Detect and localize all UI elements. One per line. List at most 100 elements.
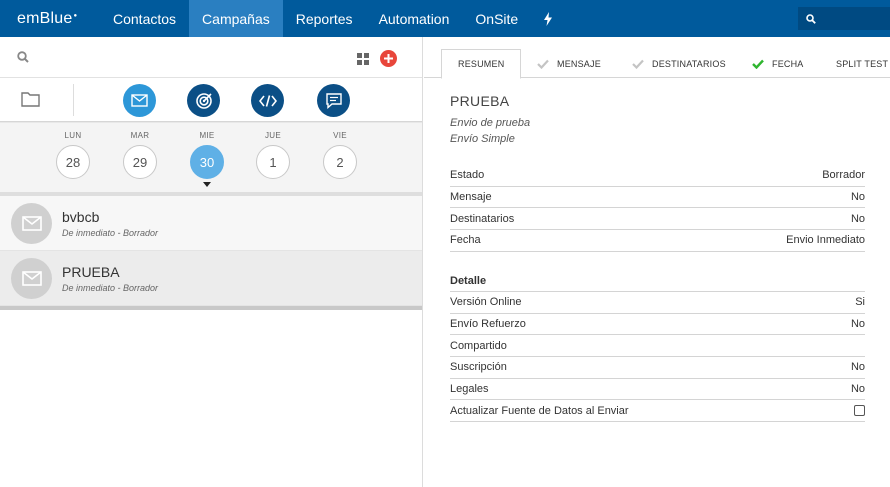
detalle-heading: Detalle [450,270,865,292]
nav-onsite[interactable]: OnSite [462,0,531,37]
day-label: LUN [64,131,82,140]
check-icon [537,59,549,69]
row-label: Destinatarios [450,212,515,225]
logo-dot: ● [73,12,78,19]
search-icon [17,51,29,63]
nav-reportes[interactable]: Reportes [283,0,366,37]
calendar-day[interactable]: JUE 1 [253,131,293,179]
campaign-avatar [11,202,52,244]
campaign-description: Envio de prueba [450,117,531,129]
search-icon [806,13,816,24]
top-search-input[interactable] [798,7,890,30]
brand-logo[interactable]: emBlue ● [0,0,100,37]
tab-split-test[interactable]: SPLIT TEST [836,49,888,78]
check-icon [632,59,644,69]
add-campaign-button[interactable] [380,50,397,67]
day-number[interactable]: 1 [256,145,290,179]
day-number[interactable]: 28 [56,145,90,179]
update-datasource-checkbox[interactable] [854,405,865,417]
top-navbar: emBlue ● Contactos Campañas Reportes Auto… [0,0,890,37]
day-label: JUE [264,131,281,140]
check-icon [752,59,764,69]
summary-table: Estado Borrador Mensaje No Destinatarios No… [450,165,865,252]
grid-view-icon[interactable] [357,53,369,65]
detail-row-envio-refuerzo: Envío Refuerzo No [450,314,865,336]
bolt-icon[interactable] [531,0,565,37]
row-label: Versión Online [450,296,522,309]
detail-row-suscripcion: Suscripción No [450,357,865,379]
tab-label: RESUMEN [458,59,505,69]
list-divider [0,306,422,310]
campaign-title: PRUEBA [450,93,510,109]
summary-row-mensaje: Mensaje No [450,187,865,209]
nav-campanas[interactable]: Campañas [189,0,283,37]
tab-destinatarios[interactable]: DESTINATARIOS [632,49,726,78]
campaign-detail-panel: RESUMEN MENSAJE DESTINATARIOS FECHA SPLI… [424,37,890,487]
day-label: MAR [130,131,150,140]
day-number[interactable]: 29 [123,145,157,179]
tab-label: DESTINATARIOS [652,58,726,69]
calendar-day[interactable]: VIE 2 [320,131,360,179]
nav-automation[interactable]: Automation [366,0,463,37]
tab-label: FECHA [772,58,804,69]
code-icon [258,94,277,107]
campaign-item[interactable]: bvbcb De inmediato - Borrador [0,196,422,251]
row-label: Fecha [450,234,481,247]
row-label: Suscripción [450,361,507,374]
summary-row-estado: Estado Borrador [450,165,865,187]
campaign-type-toolbar [0,78,422,122]
selected-day-caret-icon [203,182,211,187]
row-value: No [850,361,865,374]
campaign-avatar [11,257,52,299]
target-icon [195,92,212,109]
target-campaign-button[interactable] [187,84,220,117]
tab-mensaje[interactable]: MENSAJE [537,49,601,78]
tab-resumen[interactable]: RESUMEN [441,49,522,79]
day-label: MIE [199,131,215,140]
day-number[interactable]: 2 [323,145,357,179]
chat-icon [325,92,342,109]
campaign-name: bvbcb [62,208,100,225]
campaign-item-selected[interactable]: PRUEBA De inmediato - Borrador [0,251,422,306]
calendar-day[interactable]: LUN 28 [53,131,93,179]
plus-icon [384,54,393,63]
summary-row-fecha: Fecha Envio Inmediato [450,230,865,252]
detail-table: Detalle Versión Online Si Envío Refuerzo N… [450,270,865,423]
email-campaign-button[interactable] [123,84,156,117]
row-value: Borrador [822,169,865,182]
folder-icon[interactable] [21,91,40,107]
calendar-day-selected[interactable]: MIE 30 [187,131,227,179]
row-label: Envío Refuerzo [450,318,526,331]
tab-fecha[interactable]: FECHA [752,49,804,78]
row-value: No [850,318,865,331]
code-campaign-button[interactable] [251,84,284,117]
row-value: No [850,212,865,225]
campaign-send-type: Envío Simple [450,133,515,145]
row-label: Mensaje [450,191,492,204]
row-value: Si [855,296,865,309]
campaign-search[interactable] [0,37,422,78]
day-number[interactable]: 30 [190,145,224,179]
nav-contactos[interactable]: Contactos [100,0,189,37]
row-value: No [850,383,865,396]
row-label: Legales [450,383,489,396]
calendar-day[interactable]: MAR 29 [120,131,160,179]
day-label: VIE [333,131,347,140]
detail-row-update-datasource: Actualizar Fuente de Datos al Enviar [450,400,865,423]
tab-label: SPLIT TEST [836,58,889,69]
row-value: Envio Inmediato [786,234,865,247]
row-label: Actualizar Fuente de Datos al Enviar [450,404,629,417]
toolbar-divider [73,84,74,116]
detail-row-compartido: Compartido [450,335,865,358]
row-label: Compartido [450,339,507,352]
summary-row-destinatarios: Destinatarios No [450,208,865,231]
row-value: No [850,191,865,204]
campaigns-panel: LUN 28 MAR 29 MIE 30 JUE 1 VIE 2 bvbcb D… [0,37,423,487]
campaign-status: De inmediato - Borrador [62,227,159,238]
envelope-icon [131,94,148,107]
sms-campaign-button[interactable] [317,84,350,117]
campaign-list: bvbcb De inmediato - Borrador PRUEBA De … [0,196,422,310]
row-label: Estado [450,169,485,182]
envelope-icon [21,215,42,231]
week-calendar: LUN 28 MAR 29 MIE 30 JUE 1 VIE 2 [0,122,422,192]
